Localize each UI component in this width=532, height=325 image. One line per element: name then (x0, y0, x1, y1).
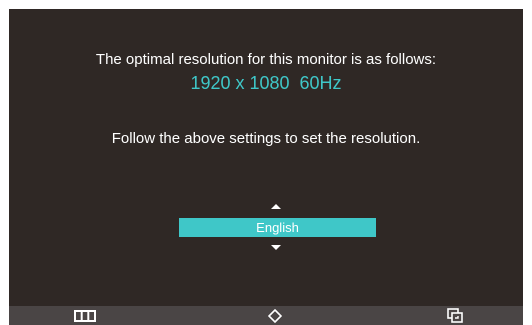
resolution-instruction: Follow the above settings to set the res… (111, 130, 421, 147)
bottom-button-bar (9, 306, 523, 325)
menu-icon (74, 309, 96, 322)
optimal-resolution-label: The optimal resolution for this monitor … (95, 51, 437, 68)
up-down-button[interactable] (255, 307, 295, 324)
source-icon (447, 308, 463, 323)
optimal-resolution-value: 1920 x 1080 60Hz (190, 73, 342, 93)
language-selector[interactable]: English (179, 218, 376, 237)
arrow-down-icon[interactable] (271, 245, 281, 250)
osd-screen: The optimal resolution for this monitor … (9, 9, 523, 325)
menu-button[interactable] (65, 307, 105, 324)
up-down-icon (268, 308, 282, 323)
arrow-up-icon[interactable] (271, 204, 281, 209)
source-button[interactable] (435, 307, 475, 324)
